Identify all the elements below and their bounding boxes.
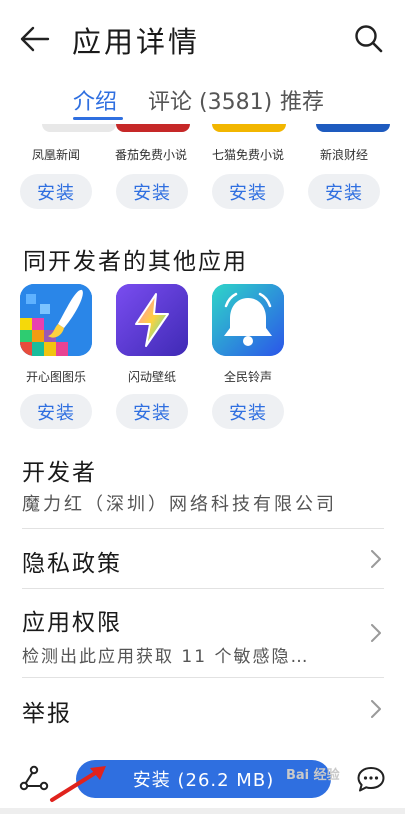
paintbrush-mosaic-icon[interactable] [20,284,92,356]
install-button[interactable]: 安装 [212,174,284,209]
recommended-app-name: 新浪财经 [319,148,368,162]
lightning-bolt-icon[interactable] [116,284,188,356]
report-label: 举报 [22,701,72,727]
bottom-edge [0,808,405,814]
tab-intro[interactable]: 介绍 [73,84,117,116]
install-button[interactable]: 安装 [308,174,380,209]
app-permissions-row[interactable]: 应用权限 检测出此应用获取 11 个敏感隐… [0,590,405,676]
annotation-arrow-icon [50,766,106,802]
app-icon-fragment [116,124,190,132]
app-icon-fragment [212,124,286,132]
comment-button[interactable] [355,764,387,794]
app-icon-fragment [316,124,390,132]
install-button[interactable]: 安装 [116,394,188,429]
search-button[interactable] [352,22,386,56]
developer-label: 开发者 [22,460,97,486]
install-button[interactable]: 安装 [116,174,188,209]
page-title: 应用详情 [72,25,201,59]
install-button[interactable]: 安装 [20,394,92,429]
privacy-policy-row[interactable]: 隐私政策 [0,530,405,588]
report-row[interactable]: 举报 [0,679,405,737]
search-icon [355,25,383,53]
developer-name: 魔力红（深圳）网络科技有限公司 [22,494,337,515]
tab-recommend[interactable]: 推荐 [280,84,324,116]
share-icon [19,765,49,791]
chevron-right-icon [369,548,383,570]
divider [22,677,384,678]
install-button[interactable]: 安装 [212,394,284,429]
bell-icon[interactable] [212,284,284,356]
developer-app-name: 全民铃声 [223,370,272,384]
recommended-app-name: 凤凰新闻 [31,148,80,162]
app-permissions-label: 应用权限 [22,610,122,636]
watermark: Bai 经验 [286,768,340,783]
comment-icon [357,767,385,792]
developer-app-name: 闪动壁纸 [127,370,176,384]
chevron-right-icon [369,698,383,720]
divider [22,588,384,589]
recommended-icons-strip [0,124,405,134]
recommended-app-name: 七猫免费小说 [211,148,284,162]
tab-comments[interactable]: 评论 (3581) [148,84,272,116]
tab-bar: 介绍 评论 (3581) 推荐 [0,78,405,124]
recommended-app-name: 番茄免费小说 [114,148,187,162]
app-permissions-summary: 检测出此应用获取 11 个敏感隐… [22,647,310,667]
privacy-policy-label: 隐私政策 [22,551,122,577]
divider [22,528,384,529]
section-title-other-apps: 同开发者的其他应用 [23,249,248,275]
active-tab-indicator [73,117,123,120]
back-button[interactable] [18,22,52,56]
install-button[interactable]: 安装 [20,174,92,209]
chevron-right-icon [369,622,383,644]
top-bar [0,0,405,76]
developer-app-name: 开心图图乐 [25,370,86,384]
app-icon-fragment [42,124,116,132]
arrow-left-icon [20,26,50,52]
